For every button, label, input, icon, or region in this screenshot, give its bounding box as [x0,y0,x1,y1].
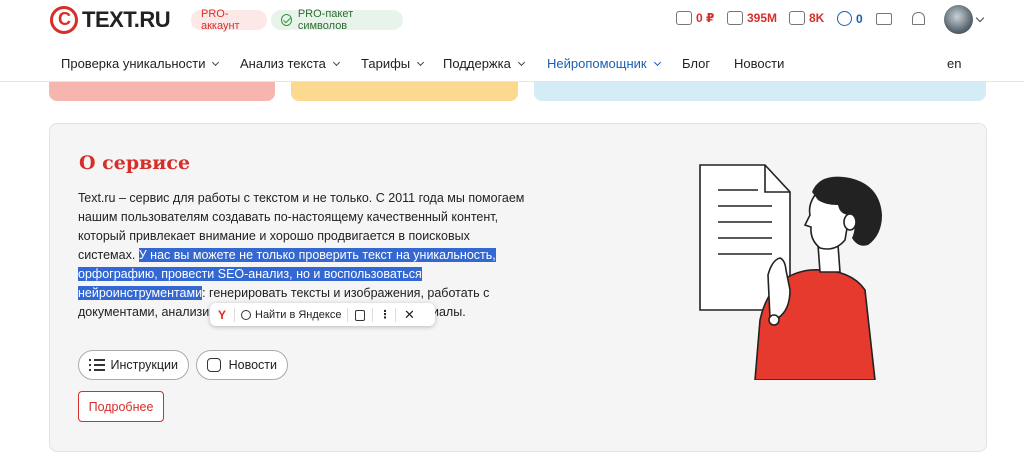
nav-item-neuro-assistant[interactable]: Нейропомощник [547,56,661,71]
bell-icon[interactable] [910,11,926,27]
news-icon [207,358,221,372]
chevron-down-icon[interactable] [975,13,985,23]
pro-package-badge[interactable]: PRO-пакет символов [271,8,403,32]
more-button[interactable]: Подробнее [78,391,164,422]
nav-item-label: Анализ текста [240,56,326,71]
news-button[interactable]: Новости [196,350,288,380]
n-value: 0 [856,11,863,26]
pro-account-badge[interactable]: PRO-аккаунт [191,8,267,32]
balance-stat[interactable]: 0 ₽ [676,11,714,25]
balance-value: 0 ₽ [696,11,715,25]
close-icon[interactable]: ✕ [396,307,422,323]
wallet-icon [676,11,692,25]
main-nav: Проверка уникальности Анализ текста Тари… [0,44,1024,82]
chevron-down-icon [653,58,661,66]
yandex-logo-icon[interactable]: Y [210,308,234,322]
feature-tile-red [49,82,275,101]
find-in-yandex-button[interactable]: Найти в Яндексе [235,309,347,321]
symbols-value: 395M [747,11,778,25]
nav-item-tariffs[interactable]: Тарифы [361,56,425,71]
avatar[interactable] [944,5,973,34]
k-stat[interactable]: 8K [789,11,824,25]
copy-icon[interactable] [348,308,372,322]
chevron-down-icon [332,58,340,66]
find-label: Найти в Яндексе [255,308,342,321]
text-credit-icon [789,11,805,25]
feature-tile-yellow [291,82,518,101]
neuro-stat[interactable]: 0 [837,11,863,26]
header: TEXT.RU PRO-аккаунт PRO-пакет символов 0… [0,0,1024,40]
nav-item-support[interactable]: Поддержка [443,56,525,71]
chevron-down-icon [417,58,425,66]
card-title: О сервисе [79,152,191,174]
selection-popup: Y Найти в Яндексе ⋮ ✕ [210,303,435,326]
list-icon [89,358,106,372]
nav-item-uniqueness[interactable]: Проверка уникальности [61,56,220,71]
more-options-icon[interactable]: ⋮ [373,308,395,321]
logo-icon [50,6,78,34]
nav-item-label: Тарифы [361,56,411,71]
person-wrist [768,314,780,326]
nav-item-blog[interactable]: Блог [682,56,710,71]
nav-item-label: Проверка уникальности [61,56,206,71]
nav-item-label: Нейропомощник [547,56,647,71]
mail-icon[interactable] [876,13,892,25]
symbols-stat[interactable]: 395M [727,11,777,25]
person-ear [843,213,857,231]
check-icon [281,14,292,26]
neuro-coin-icon [837,11,852,26]
nav-item-news[interactable]: Новости [734,56,784,71]
nav-item-label: Блог [682,56,711,71]
logo-text: TEXT.RU [82,7,171,32]
instructions-label: Инструкции [110,358,178,372]
news-label: Новости [228,358,277,372]
chevron-down-icon [212,58,220,66]
pro-package-label: PRO-пакет символов [297,8,354,32]
feature-tile-blue [534,82,986,101]
instructions-button[interactable]: Инструкции [78,350,189,380]
k-value: 8K [809,11,825,25]
language-switch[interactable]: en [947,56,961,71]
logo[interactable]: TEXT.RU [50,6,171,34]
nav-item-text-analysis[interactable]: Анализ текста [240,56,340,71]
about-illustration [699,164,882,380]
nav-item-label: Новости [734,56,785,71]
chevron-down-icon [517,58,525,66]
symbols-icon [727,11,743,25]
nav-item-label: Поддержка [443,56,511,71]
search-icon [241,309,251,320]
